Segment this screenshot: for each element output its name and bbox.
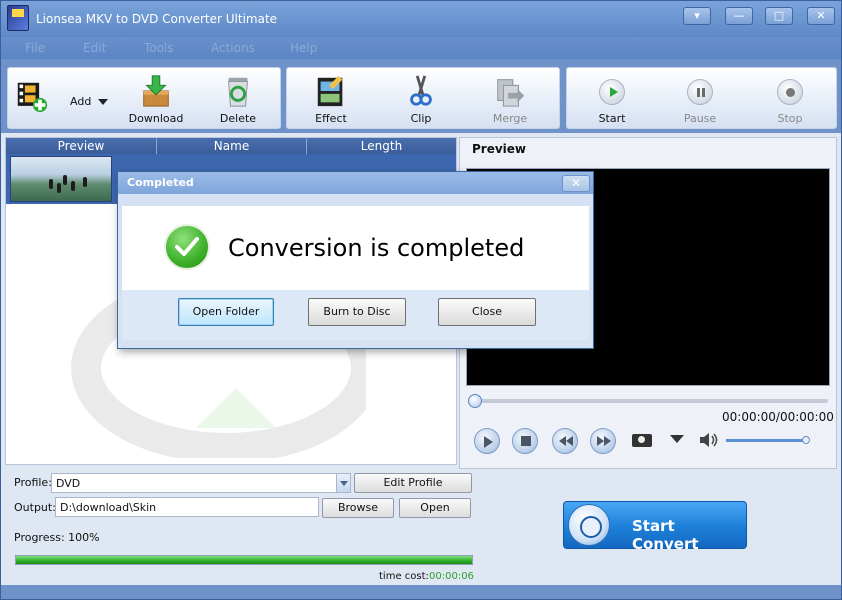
stop-icon — [777, 79, 803, 105]
download-button[interactable]: Download — [126, 72, 186, 128]
column-name[interactable]: Name — [157, 139, 306, 153]
clip-button[interactable]: Clip — [391, 72, 451, 128]
progress-fill — [16, 556, 472, 564]
progress-label: Progress: 100% — [14, 531, 100, 544]
preview-title: Preview — [472, 142, 527, 156]
start-convert-label: Start Convert — [632, 517, 699, 553]
open-folder-button[interactable]: Open Folder — [178, 298, 274, 326]
start-play-icon — [599, 79, 625, 105]
output-settings: Profile: DVD Edit Profile Output: D:\dow… — [5, 469, 837, 585]
snapshot-camera-icon[interactable] — [632, 434, 652, 447]
app-logo-icon — [7, 5, 29, 31]
title-bar: Lionsea MKV to DVD Converter Ultimate ▾ … — [1, 1, 841, 37]
start-convert-button[interactable]: Start Convert — [563, 501, 747, 553]
open-button[interactable]: Open — [399, 498, 471, 518]
browse-button[interactable]: Browse — [322, 498, 394, 518]
profile-value: DVD — [56, 477, 81, 490]
stop-label: Stop — [777, 112, 803, 125]
effect-film-icon — [317, 75, 343, 107]
rewind-icon — [559, 436, 573, 446]
seek-handle[interactable] — [468, 394, 482, 408]
fast-forward-icon — [597, 436, 611, 446]
fast-forward-button[interactable] — [590, 428, 616, 454]
play-icon — [484, 436, 493, 448]
dialog-body: Conversion is completed — [122, 206, 589, 290]
menu-tools[interactable]: Tools — [144, 41, 174, 55]
minimize-button[interactable]: — — [725, 7, 753, 25]
dialog-close-button[interactable]: ✕ — [562, 175, 590, 192]
rewind-button[interactable] — [552, 428, 578, 454]
output-path-input[interactable]: D:\download\Skin — [55, 497, 319, 517]
completed-dialog: Completed ✕ Conversion is completed Open… — [117, 171, 594, 349]
time-cost-value: 00:00:06 — [429, 571, 474, 582]
menu-file[interactable]: File — [25, 41, 45, 55]
timecode: 00:00:00/00:00:00 — [722, 410, 834, 424]
profile-label: Profile: — [14, 476, 52, 489]
add-film-icon — [17, 82, 48, 113]
download-label: Download — [128, 112, 184, 125]
burn-to-disc-button[interactable]: Burn to Disc — [308, 298, 406, 326]
close-dialog-button[interactable]: Close — [438, 298, 536, 326]
stop-square-icon — [521, 436, 531, 446]
toolbar: Add Download Delete Effect Clip Merge St… — [1, 59, 841, 133]
column-length[interactable]: Length — [307, 139, 456, 153]
volume-icon[interactable] — [700, 433, 718, 447]
dialog-title-bar: Completed ✕ — [118, 172, 593, 194]
video-thumbnail — [10, 156, 112, 202]
start-label: Start — [598, 112, 626, 125]
menu-bar: File Edit Tools Actions Help — [1, 37, 841, 59]
recycle-bin-icon — [228, 77, 248, 107]
menu-actions[interactable]: Actions — [211, 41, 255, 55]
profile-select[interactable]: DVD — [51, 473, 351, 493]
menu-edit[interactable]: Edit — [83, 41, 106, 55]
success-check-icon — [164, 224, 210, 270]
effect-label: Effect — [315, 112, 347, 125]
pause-icon — [687, 79, 713, 105]
snapshot-dropdown-icon[interactable] — [670, 435, 684, 443]
add-dropdown-icon[interactable] — [98, 99, 108, 105]
merge-button[interactable]: Merge — [480, 72, 540, 128]
close-window-button[interactable]: ✕ — [807, 7, 835, 25]
toolbar-group-file: Add Download Delete — [7, 67, 281, 129]
column-preview[interactable]: Preview — [6, 139, 156, 153]
options-button[interactable]: ▾ — [683, 7, 711, 25]
app-window: Lionsea MKV to DVD Converter Ultimate ▾ … — [0, 0, 842, 600]
status-bar — [1, 585, 841, 599]
add-label: Add — [70, 95, 92, 108]
merge-label: Merge — [492, 112, 528, 125]
dialog-message: Conversion is completed — [228, 234, 525, 262]
window-title: Lionsea MKV to DVD Converter Ultimate — [36, 12, 278, 26]
effect-button[interactable]: Effect — [301, 72, 361, 128]
start-button[interactable]: Start — [582, 72, 642, 128]
maximize-button[interactable]: □ — [765, 7, 793, 25]
dialog-title: Completed — [127, 176, 194, 189]
seek-bar[interactable] — [472, 399, 828, 403]
preview-stop-button[interactable] — [512, 428, 538, 454]
output-label: Output: — [14, 501, 56, 514]
add-button[interactable]: Add — [10, 72, 114, 128]
profile-dropdown-icon[interactable] — [336, 474, 350, 492]
volume-handle[interactable] — [802, 436, 810, 444]
progress-bar — [15, 555, 473, 565]
convert-clock-icon — [568, 504, 610, 546]
download-box-icon — [143, 75, 169, 107]
stop-button[interactable]: Stop — [760, 72, 820, 128]
toolbar-group-edit: Effect Clip Merge — [286, 67, 560, 129]
delete-label: Delete — [219, 112, 257, 125]
edit-profile-button[interactable]: Edit Profile — [354, 473, 472, 493]
merge-icon — [497, 79, 525, 107]
delete-button[interactable]: Delete — [208, 72, 268, 128]
preview-play-button[interactable] — [474, 428, 500, 454]
pause-button[interactable]: Pause — [670, 72, 730, 128]
clip-label: Clip — [410, 112, 432, 125]
volume-slider[interactable] — [726, 439, 808, 442]
file-list-header: Preview Name Length — [6, 138, 456, 154]
time-cost-label: time cost: — [379, 571, 429, 582]
pause-label: Pause — [683, 112, 717, 125]
menu-help[interactable]: Help — [290, 41, 317, 55]
dialog-footer: Open Folder Burn to Disc Close — [122, 290, 589, 340]
toolbar-group-playback: Start Pause Stop — [566, 67, 837, 129]
scissors-icon — [410, 75, 432, 106]
